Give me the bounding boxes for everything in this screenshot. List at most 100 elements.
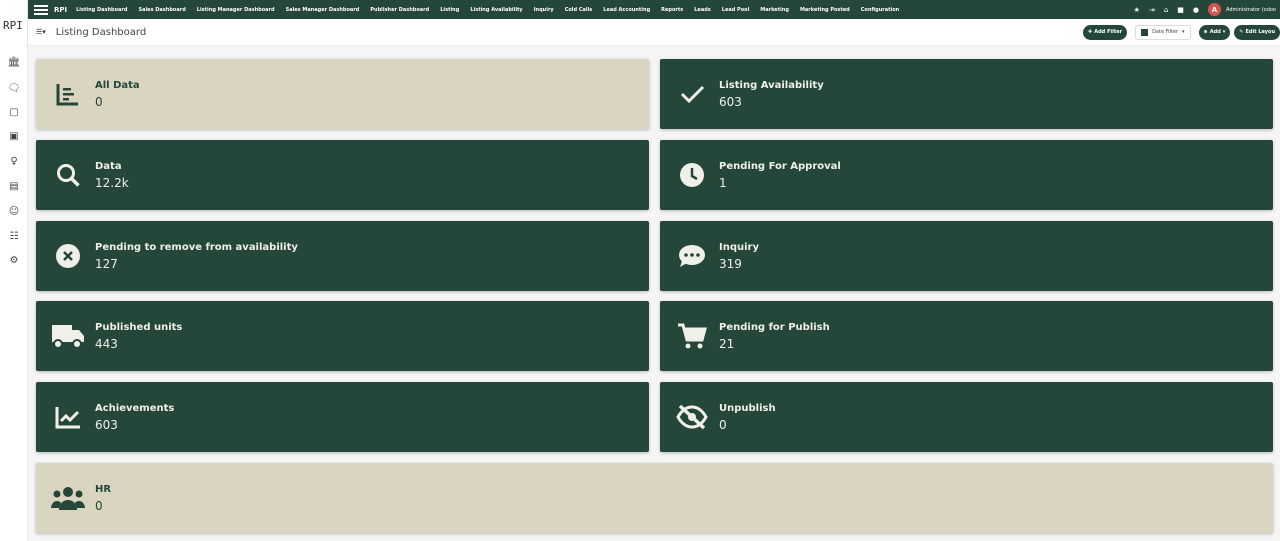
card-text: Listing Availability 603: [719, 80, 824, 109]
card-unpublish[interactable]: Unpublish 0: [660, 382, 1273, 452]
truck-icon: [36, 301, 96, 371]
x-circle-icon: [36, 221, 96, 291]
id-card-icon[interactable]: ▤: [7, 180, 21, 193]
chevron-down-icon: ▾: [1222, 29, 1226, 35]
card-value: 21: [719, 336, 735, 351]
users-icon: [36, 463, 96, 533]
card-achievements[interactable]: Achievements 603: [36, 382, 649, 452]
menu-item-listing-manager-dashboard[interactable]: Listing Manager Dashboard: [197, 7, 275, 13]
card-label: Pending For Approval: [719, 160, 841, 172]
pencil-icon: ✎: [1239, 29, 1244, 35]
menu-item-lead-pool[interactable]: Lead Pool: [722, 7, 750, 13]
menu-item-inquiry[interactable]: Inquiry: [534, 7, 554, 13]
calendar-icon[interactable]: ▢: [7, 106, 21, 119]
edit-layout-label: Edit Layou: [1245, 29, 1276, 35]
clock-icon: [660, 140, 720, 210]
sidebar-toggle-icon[interactable]: ☰▾: [36, 28, 46, 36]
line-chart-icon: [36, 382, 96, 452]
add-label: Add: [1209, 29, 1221, 35]
message-icon[interactable]: ■: [1177, 6, 1184, 14]
card-label: Published units: [95, 321, 183, 333]
card-text: Inquiry 319: [719, 242, 759, 271]
card-listing-availability[interactable]: Listing Availability 603: [660, 59, 1273, 129]
card-all-data[interactable]: All Data 0: [36, 59, 649, 129]
card-value: 603: [719, 94, 742, 109]
menu-item-marketing-posted[interactable]: Marketing Posted: [800, 7, 850, 13]
hamburger-menu-icon[interactable]: [34, 4, 48, 15]
menu-item-cold-calls[interactable]: Cold Calls: [565, 7, 593, 13]
gear-icon[interactable]: ⚙︎: [7, 254, 21, 267]
home-icon[interactable]: ⌂: [1164, 6, 1168, 14]
dashboard-content: All Data 0 Listing Availability 603 Data 12.2…: [28, 46, 1280, 541]
edit-layout-button[interactable]: ✎ Edit Layou: [1234, 24, 1280, 40]
user-settings-icon[interactable]: ☺︎: [7, 205, 21, 218]
card-pending-to-remove-from-availability[interactable]: Pending to remove from availability 127: [36, 221, 649, 291]
cart-icon: [660, 301, 720, 371]
menu-item-listing-dashboard[interactable]: Listing Dashboard: [76, 7, 127, 13]
card-published-units[interactable]: Published units 443: [36, 301, 649, 371]
card-text: Pending For Approval 1: [719, 161, 841, 190]
menu-item-publisher-dashboard[interactable]: Publisher Dashboard: [370, 7, 429, 13]
bank-icon[interactable]: 🏛︎: [7, 56, 21, 69]
card-label: Listing Availability: [719, 79, 824, 91]
main-menu: Listing Dashboard Sales Dashboard Listing …: [76, 7, 910, 13]
add-button[interactable]: ⊕ Add ▾: [1198, 24, 1231, 40]
card-value: 127: [95, 256, 118, 271]
menu-item-leads[interactable]: Leads: [694, 7, 711, 13]
calendar-icon: [1141, 28, 1149, 36]
contact-card-icon[interactable]: ▣: [7, 130, 21, 143]
left-sidebar: RPI 🏛︎ 🗨︎ ▢ ▣ ♀︎ ▤ ☺︎ ☷ ⚙︎: [0, 0, 28, 541]
card-value: 1: [719, 175, 727, 190]
logout-icon[interactable]: ⇥: [1149, 6, 1155, 14]
plus-circle-icon: ⊕: [1203, 29, 1208, 35]
menu-item-sales-dashboard[interactable]: Sales Dashboard: [138, 7, 185, 13]
apps-grid-icon[interactable]: ☷: [7, 230, 21, 243]
chat-icon: [660, 221, 720, 291]
card-text: Achievements 603: [95, 403, 174, 432]
card-hr[interactable]: HR 0: [36, 463, 1273, 533]
star-icon[interactable]: ★: [1134, 6, 1140, 14]
card-pending-for-approval[interactable]: Pending For Approval 1: [660, 140, 1273, 210]
app-brand[interactable]: RPI: [54, 6, 67, 14]
card-inquiry[interactable]: Inquiry 319: [660, 221, 1273, 291]
card-label: Achievements: [95, 402, 175, 414]
date-filter-select[interactable]: Date Filter ▾: [1135, 24, 1191, 40]
activity-icon[interactable]: ●: [1193, 6, 1199, 14]
menu-item-reports[interactable]: Reports: [661, 7, 683, 13]
page-title: Listing Dashboard: [55, 26, 147, 38]
card-label: Pending to remove from availability: [95, 241, 298, 253]
card-text: Published units 443: [95, 322, 182, 351]
bar-list-icon: [36, 59, 96, 129]
card-label: Inquiry: [719, 241, 759, 253]
menu-item-sales-manager-dashboard[interactable]: Sales Manager Dashboard: [286, 7, 360, 13]
card-value: 443: [95, 336, 118, 351]
card-data[interactable]: Data 12.2k: [36, 140, 649, 210]
card-pending-for-publish[interactable]: Pending for Publish 21: [660, 301, 1273, 371]
menu-item-lead-accounting[interactable]: Lead Accounting: [603, 7, 650, 13]
card-label: Data: [95, 160, 122, 172]
top-navbar: RPI Listing Dashboard Sales Dashboard List…: [28, 0, 1280, 19]
card-label: HR: [95, 483, 112, 495]
user-icon[interactable]: ♀︎: [7, 155, 21, 168]
card-text: Unpublish 0: [719, 403, 776, 432]
card-label: All Data: [95, 79, 140, 91]
menu-item-configuration[interactable]: Configuration: [861, 7, 899, 13]
card-label: Pending for Publish: [719, 321, 830, 333]
card-value: 12.2k: [95, 175, 129, 190]
menu-item-listing[interactable]: Listing: [440, 7, 459, 13]
user-avatar[interactable]: A: [1208, 3, 1222, 16]
user-name[interactable]: Administrator (odoo: [1226, 7, 1276, 13]
menu-item-marketing[interactable]: Marketing: [760, 7, 789, 13]
card-value: 0: [95, 94, 103, 109]
chat-bubble-icon[interactable]: 🗨︎: [7, 82, 21, 95]
card-value: 0: [95, 498, 103, 513]
dashboard-actions: ✚ Add Filter Date Filter ▾ ⊕ Add ▾ ✎ Edi…: [1083, 24, 1280, 40]
card-value: 319: [719, 256, 742, 271]
sidebar-logo: RPI: [3, 19, 23, 32]
menu-item-listing-availability[interactable]: Listing Availability: [470, 7, 522, 13]
add-filter-button[interactable]: ✚ Add Filter: [1083, 24, 1128, 40]
date-filter-label: Date Filter: [1152, 29, 1179, 35]
plus-icon: ✚: [1088, 29, 1093, 35]
search-icon: [36, 140, 96, 210]
card-label: Unpublish: [719, 402, 776, 414]
